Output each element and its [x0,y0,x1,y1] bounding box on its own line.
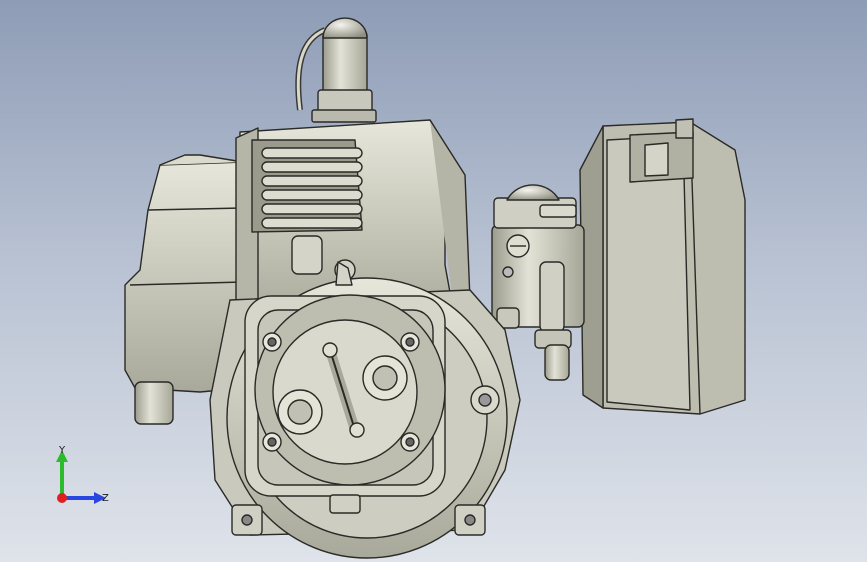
y-axis-label: Y [58,445,66,456]
air-filter-housing [579,118,746,415]
spark-plug-boot [295,17,377,123]
engine-model[interactable] [0,0,867,562]
z-axis-label: Z [102,493,109,504]
x-axis-dot [57,493,67,503]
crankcase [209,261,521,559]
view-triad: Y Z [56,445,109,504]
graphics-viewport[interactable]: Y Z [0,0,867,562]
